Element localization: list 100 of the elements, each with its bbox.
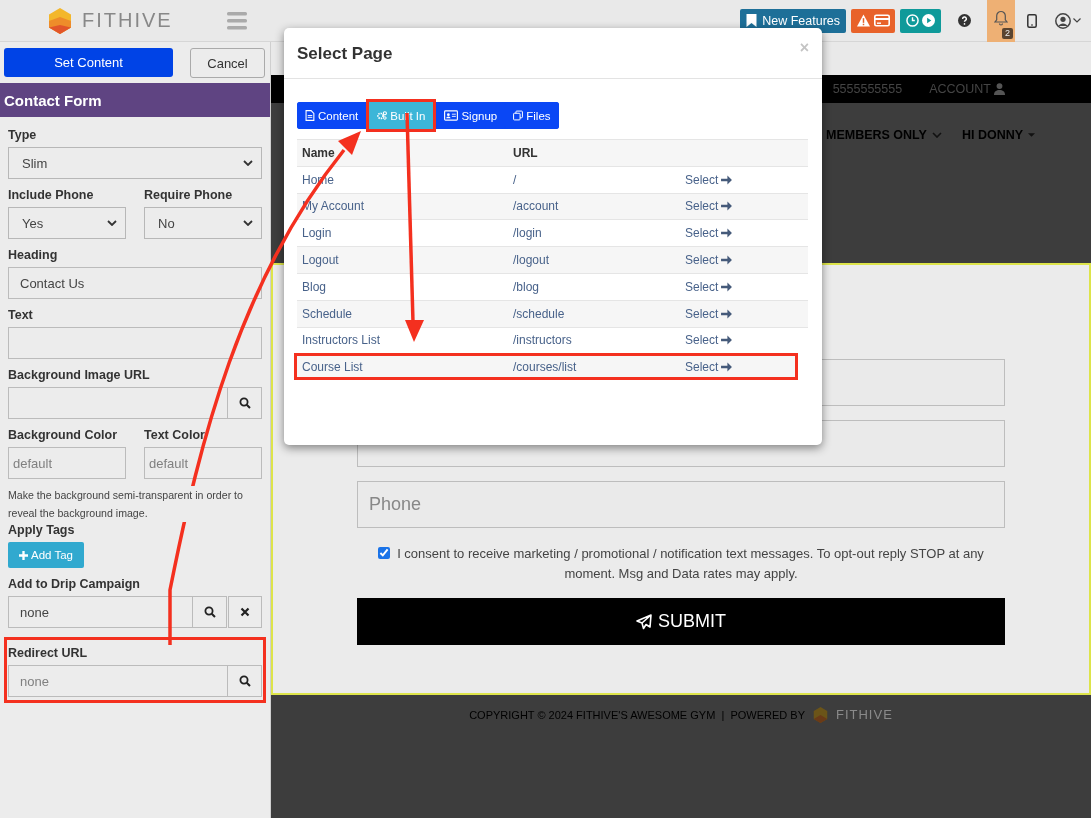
field-label: Text	[8, 308, 33, 323]
field-label: Require Phone	[144, 188, 233, 203]
text-field[interactable]: default	[8, 447, 126, 479]
field-label: Type	[8, 128, 37, 143]
close-icon	[240, 607, 250, 617]
submit-button[interactable]: SUBMIT	[357, 598, 1005, 645]
set-content-button[interactable]: Set Content	[4, 48, 173, 77]
table-cell-text: Instructors List	[302, 333, 382, 348]
paper-plane-icon	[636, 613, 652, 630]
field-label: Include Phone	[8, 188, 94, 203]
dialog-title: Select Page	[297, 44, 393, 64]
help-icon[interactable]	[958, 14, 971, 27]
arrow-right-icon	[721, 361, 733, 372]
table-cell-text: /instructors	[513, 333, 573, 348]
select-link[interactable]: Select	[685, 226, 733, 241]
section-header: Contact Form	[0, 83, 270, 117]
hexagon-logo-icon	[48, 7, 72, 34]
id-card-icon	[444, 110, 459, 121]
consent-checkbox[interactable]	[378, 547, 391, 559]
arrow-right-icon	[721, 281, 733, 292]
arrow-right-icon	[721, 228, 733, 239]
tablet-icon[interactable]	[1027, 13, 1037, 28]
play-icon	[922, 14, 935, 27]
search-button[interactable]	[228, 387, 262, 419]
notification-badge: 2	[1002, 28, 1013, 39]
field-label: Heading	[8, 248, 58, 263]
table-cell-text: Schedule	[302, 306, 354, 321]
select-link[interactable]: Select	[685, 253, 733, 268]
table-cell-text: /account	[513, 199, 560, 214]
arrow-right-icon	[721, 174, 733, 185]
search-icon	[238, 397, 251, 409]
plus-icon	[19, 550, 28, 560]
caret-icon	[1073, 18, 1081, 23]
text-field[interactable]: default	[144, 447, 262, 479]
field-label: Redirect URL	[8, 646, 88, 661]
select-link[interactable]: Select	[685, 199, 733, 214]
user-icon	[1055, 12, 1071, 29]
field-label: Add to Drip Campaign	[8, 577, 140, 592]
text-field[interactable]: Contact Us	[8, 267, 262, 299]
copyright-text: COPYRIGHT © 2024 FITHIVE'S AWESOME GYM | POWERED BY	[469, 708, 805, 723]
field-label: Background Color	[8, 428, 118, 443]
field-label: Text Color	[144, 428, 205, 443]
user-icon	[994, 83, 1005, 95]
table-cell-text: Course List	[302, 359, 364, 374]
search-icon	[238, 675, 251, 687]
cancel-button[interactable]: Cancel	[190, 48, 265, 78]
clock-icon	[906, 14, 919, 27]
search-button[interactable]	[193, 596, 227, 628]
table-cell-text: /login	[513, 226, 543, 241]
phone-number: 5555555555	[832, 82, 903, 96]
column-header: URL	[513, 145, 539, 160]
arrow-right-icon	[721, 255, 733, 266]
chevron-icon	[243, 160, 253, 166]
select-field[interactable]: Yes	[8, 207, 126, 239]
text-field[interactable]: none	[8, 596, 193, 628]
text-field[interactable]: none	[8, 665, 228, 697]
footer-brand: FITHIVE	[835, 707, 893, 723]
arrow-right-icon	[721, 308, 733, 319]
select-link[interactable]: Select	[685, 359, 733, 374]
select-link[interactable]: Select	[685, 333, 733, 348]
arrow-right-icon	[721, 201, 733, 212]
field-label: Background Image URL	[8, 368, 150, 383]
search-button[interactable]	[228, 665, 262, 697]
table-cell-text: Login	[302, 226, 333, 241]
table-cell-text: /logout	[513, 253, 551, 268]
select-link[interactable]: Select	[685, 306, 733, 321]
table-cell-text: /blog	[513, 279, 541, 294]
text-field[interactable]	[8, 387, 228, 419]
field-label: Apply Tags	[8, 523, 75, 538]
document-icon	[305, 110, 315, 121]
consent-text: I consent to receive marketing / promotional / notification text messages. To opt-out reply STOP at any moment. Msg and Data rates may apply.	[397, 546, 984, 581]
text-field[interactable]	[8, 327, 262, 359]
select-field[interactable]: No	[144, 207, 262, 239]
select-link[interactable]: Select	[685, 279, 733, 294]
warning-icon	[856, 14, 870, 27]
user-menu-button[interactable]	[1055, 12, 1081, 29]
table-cell-text: /schedule	[513, 306, 566, 321]
clock-play-button[interactable]	[900, 8, 941, 33]
gears-icon	[377, 110, 388, 121]
chevron-icon	[931, 132, 942, 138]
brand-name: FITHIVE	[82, 9, 173, 32]
select-field[interactable]: Slim	[8, 147, 262, 179]
form-input[interactable]: Phone	[357, 481, 1005, 528]
arrow-right-icon	[721, 335, 733, 346]
chevron-icon	[107, 220, 117, 226]
search-icon	[203, 606, 216, 618]
table-cell-text: Blog	[302, 279, 328, 294]
clear-button[interactable]	[228, 596, 262, 628]
table-cell-text: Logout	[302, 253, 340, 268]
notifications-button[interactable]: 2	[987, 0, 1015, 42]
billing-alert-button[interactable]	[851, 8, 895, 33]
bell-icon	[994, 10, 1008, 26]
copy-icon	[513, 110, 524, 121]
select-link[interactable]: Select	[685, 172, 733, 187]
chevron-icon	[243, 220, 253, 226]
column-header: Name	[302, 145, 336, 160]
hexagon-logo-icon	[812, 707, 828, 723]
credit-card-icon	[873, 14, 890, 27]
table-cell-text: /courses/list	[513, 359, 578, 374]
table-cell-text: /	[513, 172, 518, 187]
